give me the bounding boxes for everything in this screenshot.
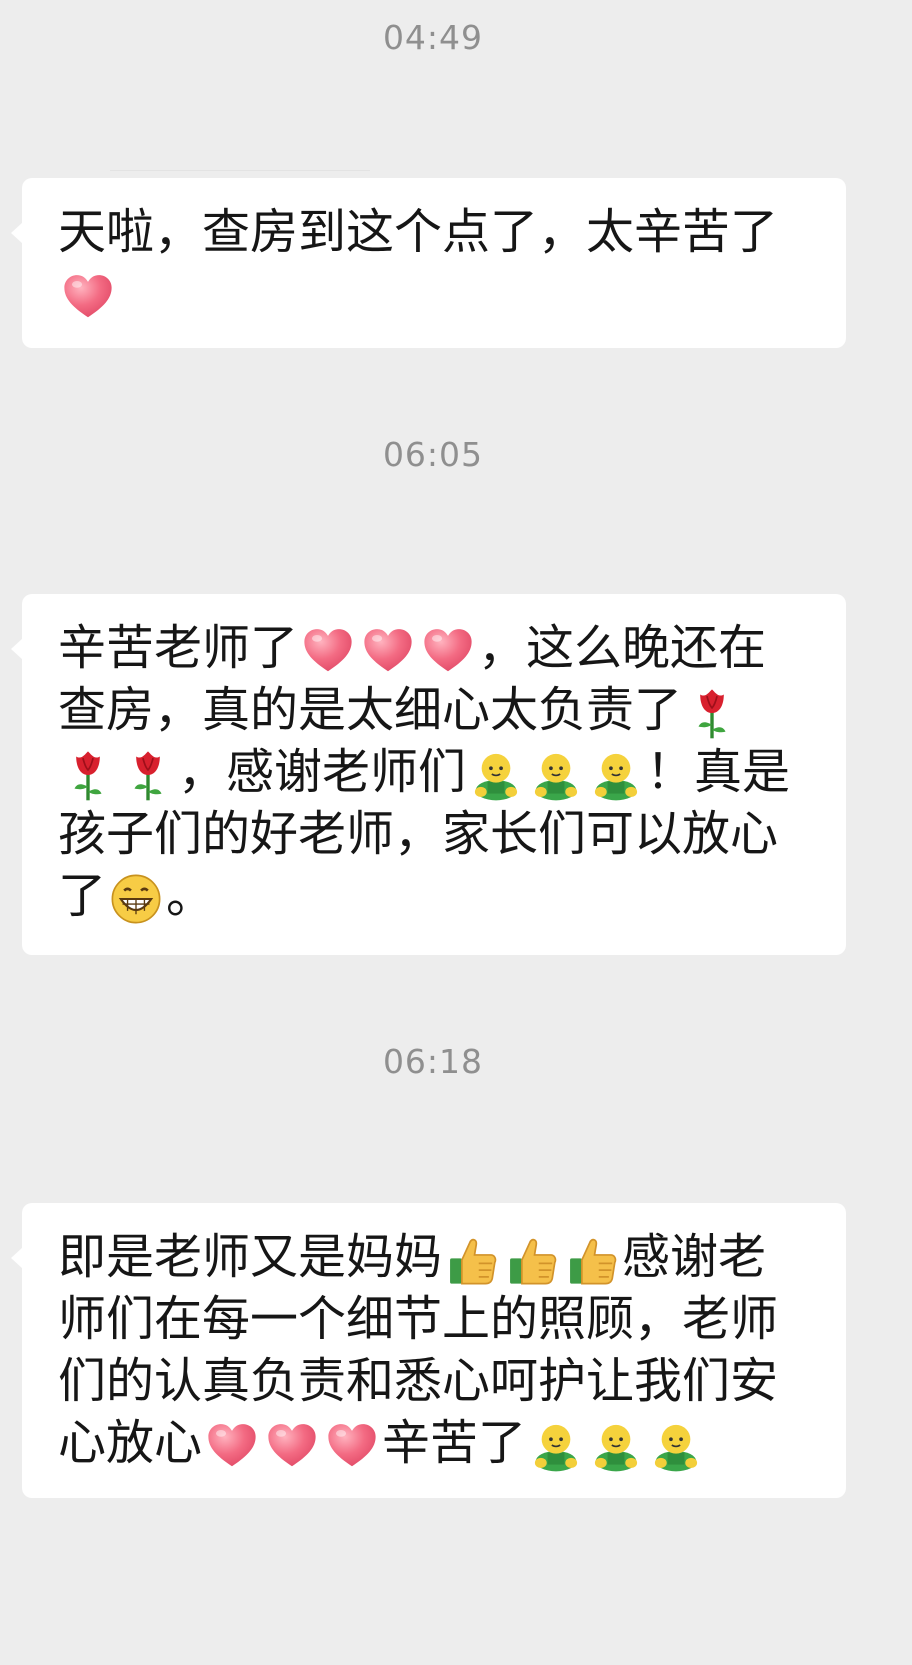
message-line: ，感谢老师们 ！真是 (58, 738, 822, 801)
bubble-tail (11, 222, 23, 244)
message-text: ！真是 (646, 744, 791, 800)
thumbs-up-icon (503, 1228, 561, 1286)
rose-icon (119, 743, 177, 801)
message-text: 天啦，查房到这个点了，太辛苦了 (58, 204, 779, 260)
message-bubble[interactable]: 即是老师又是妈妈 感谢老师们在每一个细节上的照顾，老师 们的认真负责和悉心呵护让我们… (11, 1203, 846, 1498)
rose-icon (59, 743, 117, 801)
message-text: 心放心 (58, 1415, 203, 1471)
timestamp: 06:05 (382, 435, 484, 474)
message-line: 即是老师又是妈妈 感谢老 (58, 1223, 822, 1285)
message-text: 们的认真负责和悉心呵护让我们安 (58, 1353, 779, 1409)
message-text: 了 (58, 868, 107, 924)
message-line: 查房，真的是太细心太负责了 (58, 676, 822, 739)
rose-icon (683, 681, 741, 739)
message-line: 师们在每一个细节上的照顾，老师 (58, 1285, 822, 1347)
heart-icon (359, 619, 417, 677)
heart-icon (419, 619, 477, 677)
heart-icon (323, 1414, 381, 1472)
timestamp: 06:18 (382, 1042, 484, 1081)
timestamp: 04:49 (382, 18, 484, 57)
heart-icon (59, 265, 117, 323)
message-line (58, 260, 822, 322)
message-text: 师们在每一个细节上的照顾，老师 (58, 1291, 779, 1347)
message-bubble[interactable]: 天啦，查房到这个点了，太辛苦了 (11, 178, 846, 348)
heart-icon (203, 1414, 261, 1472)
message-text: 辛苦老师了 (58, 620, 299, 676)
grin-icon (107, 867, 165, 925)
message-line: 们的认真负责和悉心呵护让我们安 (58, 1347, 822, 1409)
heart-icon (263, 1414, 321, 1472)
message-text: 辛苦了 (382, 1415, 527, 1471)
message-text: 查房，真的是太细心太负责了 (58, 682, 683, 738)
bubble-tail (11, 1247, 23, 1269)
thumbs-up-icon (443, 1228, 501, 1286)
bow-icon (527, 743, 585, 801)
divider-line (110, 170, 370, 171)
message-line: 孩子们的好老师，家长们可以放心 (58, 800, 822, 862)
message-text: 即是老师又是妈妈 (58, 1229, 443, 1285)
message-line: 心放心 辛苦了 (58, 1409, 822, 1472)
bow-icon (587, 743, 645, 801)
message-text: 。 (166, 868, 215, 924)
bow-icon (467, 743, 525, 801)
heart-icon (299, 619, 357, 677)
message-line: 天啦，查房到这个点了，太辛苦了 (58, 198, 822, 260)
message-text: 感谢老 (622, 1229, 767, 1285)
message-text: 孩子们的好老师，家长们可以放心 (58, 806, 779, 862)
bow-icon (647, 1414, 705, 1472)
message-line: 了。 (58, 862, 822, 924)
bow-icon (587, 1414, 645, 1472)
bow-icon (527, 1414, 585, 1472)
message-line: 辛苦老师了 ，这么晚还在 (58, 614, 822, 676)
message-bubble[interactable]: 辛苦老师了 ，这么晚还在查房，真的是太细心太负责了 ，感谢老师们 ！真是孩子们的好老师… (11, 594, 846, 955)
message-text: ，感谢老师们 (178, 744, 467, 800)
bubble-tail (11, 638, 23, 660)
thumbs-up-icon (563, 1228, 621, 1286)
message-text: ，这么晚还在 (478, 620, 767, 676)
